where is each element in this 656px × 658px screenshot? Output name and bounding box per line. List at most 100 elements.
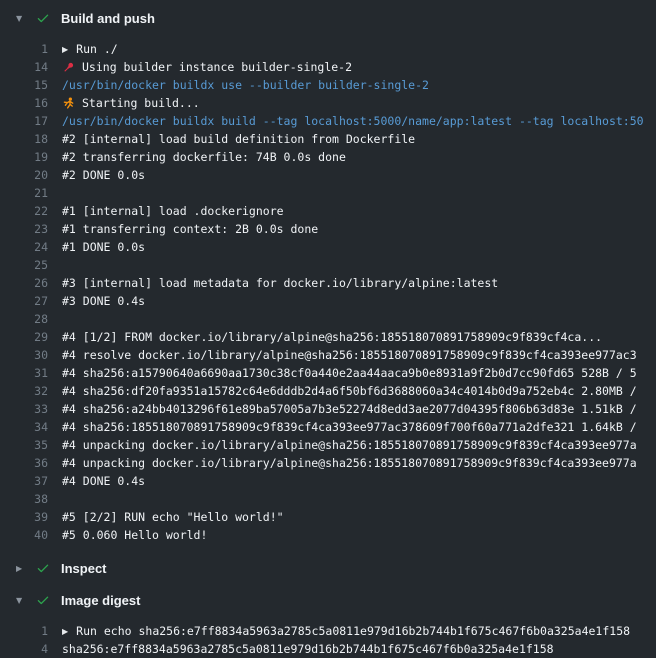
log-line-text: #5 0.060 Hello world! (62, 528, 207, 542)
line-number[interactable]: 22 (0, 204, 48, 218)
log-line-text: #4 unpacking docker.io/library/alpine@sh… (62, 438, 637, 452)
log-line: 34 #4 sha256:185518070891758909c9f839cf4… (0, 418, 656, 436)
check-icon (36, 561, 50, 575)
log-text: #4 sha256:185518070891758909c9f839cf4ca3… (62, 420, 637, 434)
line-number[interactable]: 29 (0, 330, 48, 344)
log-text: #1 [internal] load .dockerignore (62, 204, 284, 218)
line-number[interactable]: 32 (0, 384, 48, 398)
run-expand-icon[interactable]: ▶ (62, 627, 68, 636)
log-line-text: #4 resolve docker.io/library/alpine@sha2… (62, 348, 637, 362)
log-line-text: /usr/bin/docker buildx use --builder bui… (62, 78, 429, 92)
line-number[interactable]: 37 (0, 474, 48, 488)
line-number[interactable]: 35 (0, 438, 48, 452)
workflow-log-viewer: ▼ Build and push 1 ▶Run ./ 14 Using buil… (0, 0, 656, 658)
log-text: #4 unpacking docker.io/library/alpine@sh… (62, 438, 637, 452)
check-icon (36, 11, 50, 25)
line-number[interactable]: 20 (0, 168, 48, 182)
line-number[interactable]: 21 (0, 186, 48, 200)
log-text: sha256:e7ff8834a5963a2785c5a0811e979d16b… (62, 642, 554, 656)
log-line: 24 #1 DONE 0.0s (0, 238, 656, 256)
log-line: 20 #2 DONE 0.0s (0, 166, 656, 184)
line-number[interactable]: 4 (0, 642, 48, 656)
line-number[interactable]: 25 (0, 258, 48, 272)
section-header-build-and-push[interactable]: ▼ Build and push (0, 2, 656, 34)
log-line: 39 #5 [2/2] RUN echo "Hello world!" (0, 508, 656, 526)
section-header-inspect[interactable]: ▶ Inspect (0, 552, 656, 584)
log-line: 26 #3 [internal] load metadata for docke… (0, 274, 656, 292)
line-number[interactable]: 16 (0, 96, 48, 110)
log-line: 37 #4 DONE 0.4s (0, 472, 656, 490)
log-text: #2 transferring dockerfile: 74B 0.0s don… (62, 150, 346, 164)
line-number[interactable]: 26 (0, 276, 48, 290)
log-line: 35 #4 unpacking docker.io/library/alpine… (0, 436, 656, 454)
log-text: #4 unpacking docker.io/library/alpine@sh… (62, 456, 637, 470)
log-line-text: #3 [internal] load metadata for docker.i… (62, 276, 498, 290)
log-line-text: #2 DONE 0.0s (62, 168, 145, 182)
line-number[interactable]: 14 (0, 60, 48, 74)
line-number[interactable]: 39 (0, 510, 48, 524)
triangle-down-icon[interactable]: ▼ (16, 596, 31, 605)
log-line-text: #4 unpacking docker.io/library/alpine@sh… (62, 456, 637, 470)
line-number[interactable]: 34 (0, 420, 48, 434)
line-number[interactable]: 33 (0, 402, 48, 416)
line-number[interactable]: 27 (0, 294, 48, 308)
log-line-text: /usr/bin/docker buildx build --tag local… (62, 114, 644, 128)
log-line-text: Using builder instance builder-single-2 (82, 60, 352, 74)
log-line: 36 #4 unpacking docker.io/library/alpine… (0, 454, 656, 472)
pushpin-icon (62, 61, 75, 74)
log-line-text: #4 [1/2] FROM docker.io/library/alpine@s… (62, 330, 602, 344)
log-line-text: #2 transferring dockerfile: 74B 0.0s don… (62, 150, 346, 164)
log-text: #2 DONE 0.0s (62, 168, 145, 182)
log-text: #4 [1/2] FROM docker.io/library/alpine@s… (62, 330, 602, 344)
log-text: ▶ Run ./ (62, 42, 118, 56)
log-line: 33 #4 sha256:a24bb4013296f61e89ba57005a7… (0, 400, 656, 418)
line-number[interactable]: 31 (0, 366, 48, 380)
log-line: 15 /usr/bin/docker buildx use --builder … (0, 76, 656, 94)
log-line: 23 #1 transferring context: 2B 0.0s done (0, 220, 656, 238)
run-command-text: Run echo sha256:e7ff8834a5963a2785c5a081… (76, 624, 630, 638)
run-command-text: Run ./ (76, 42, 118, 56)
line-number[interactable]: 1 (0, 42, 48, 56)
line-number[interactable]: 15 (0, 78, 48, 92)
check-icon (36, 593, 50, 607)
log-line: 14 Using builder instance builder-single… (0, 58, 656, 76)
line-number[interactable]: 30 (0, 348, 48, 362)
log-line: 31 #4 sha256:a15790640a6690aa1730c38cf0a… (0, 364, 656, 382)
triangle-right-icon[interactable]: ▶ (16, 564, 31, 573)
log-line: 17 /usr/bin/docker buildx build --tag lo… (0, 112, 656, 130)
log-line-text: Starting build... (82, 96, 200, 110)
section-title: Inspect (61, 561, 107, 576)
line-number[interactable]: 17 (0, 114, 48, 128)
triangle-down-icon[interactable]: ▼ (16, 14, 31, 23)
line-number[interactable]: 28 (0, 312, 48, 326)
log-line-text: #4 sha256:a15790640a6690aa1730c38cf0a440… (62, 366, 637, 380)
log-line: 29 #4 [1/2] FROM docker.io/library/alpin… (0, 328, 656, 346)
log-line: 19 #2 transferring dockerfile: 74B 0.0s … (0, 148, 656, 166)
line-number[interactable]: 38 (0, 492, 48, 506)
log-line: 27 #3 DONE 0.4s (0, 292, 656, 310)
section-header-image-digest[interactable]: ▼ Image digest (0, 584, 656, 616)
line-number[interactable]: 40 (0, 528, 48, 542)
log-line: 38 (0, 490, 656, 508)
log-block-image-digest: 1 ▶ Run echo sha256:e7ff8834a5963a2785c5a… (0, 622, 656, 658)
log-line: 28 (0, 310, 656, 328)
line-number[interactable]: 18 (0, 132, 48, 146)
line-number[interactable]: 36 (0, 456, 48, 470)
log-line-text: #4 DONE 0.4s (62, 474, 145, 488)
log-text: #5 0.060 Hello world! (62, 528, 207, 542)
log-line: 25 (0, 256, 656, 274)
log-text: #4 resolve docker.io/library/alpine@sha2… (62, 348, 637, 362)
log-line-text: #1 [internal] load .dockerignore (62, 204, 284, 218)
log-line: 21 (0, 184, 656, 202)
log-line-text: #2 [internal] load build definition from… (62, 132, 415, 146)
line-number[interactable]: 1 (0, 624, 48, 638)
section-image-digest: ▼ Image digest 1 ▶ Run echo sha256:e7ff88… (0, 584, 656, 658)
line-number[interactable]: 24 (0, 240, 48, 254)
line-number[interactable]: 19 (0, 150, 48, 164)
line-number[interactable]: 23 (0, 222, 48, 236)
log-text: #1 transferring context: 2B 0.0s done (62, 222, 318, 236)
run-expand-icon[interactable]: ▶ (62, 45, 68, 54)
section-inspect: ▶ Inspect (0, 552, 656, 584)
log-line-text: #1 transferring context: 2B 0.0s done (62, 222, 318, 236)
log-line-text: #5 [2/2] RUN echo "Hello world!" (62, 510, 284, 524)
